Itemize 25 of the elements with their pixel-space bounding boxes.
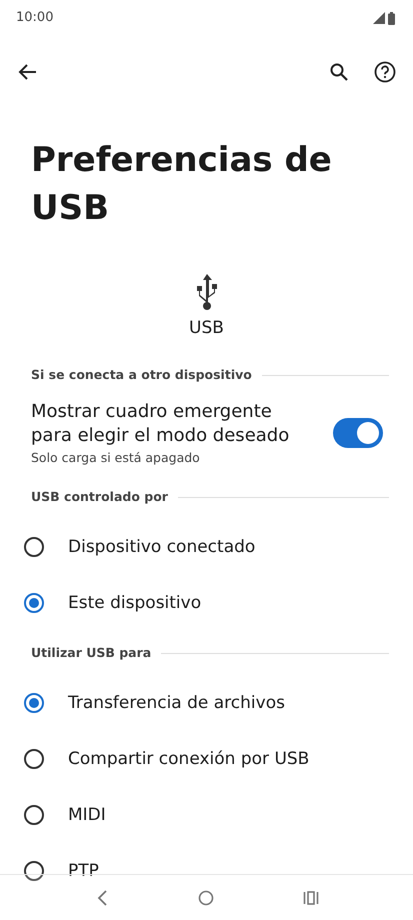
toggle-switch[interactable]	[333, 418, 383, 448]
option-label: MIDI	[68, 804, 106, 826]
device-label: USB	[189, 317, 224, 340]
signal-icon	[373, 12, 385, 24]
radio-button[interactable]	[24, 537, 44, 558]
radio-button[interactable]	[24, 693, 44, 714]
home-button[interactable]	[196, 888, 216, 908]
battery-icon	[388, 12, 395, 24]
status-time: 10:00	[16, 9, 54, 28]
option-label: Compartir conexión por USB	[68, 748, 310, 770]
radio-button[interactable]	[24, 805, 44, 826]
setting-subtitle: Solo carga si está apagado	[31, 448, 201, 467]
radio-button[interactable]	[24, 593, 44, 614]
section-header: USB controlado por	[31, 488, 168, 506]
section-header: Utilizar USB para	[31, 644, 152, 662]
help-button[interactable]	[373, 60, 397, 84]
setting-title: Mostrar cuadro emergente para elegir el modo deseado	[31, 400, 290, 448]
section-header: Si se conecta a otro dispositivo	[31, 366, 252, 384]
option-label: Transferencia de archivos	[68, 692, 285, 714]
radio-button[interactable]	[24, 749, 44, 770]
option-label: Dispositivo conectado	[68, 536, 256, 558]
page-title: Preferencias de USB	[30, 139, 333, 230]
radio-button[interactable]	[24, 861, 44, 882]
option-label: PTP	[68, 860, 99, 882]
option-label: Este dispositivo	[68, 592, 202, 614]
